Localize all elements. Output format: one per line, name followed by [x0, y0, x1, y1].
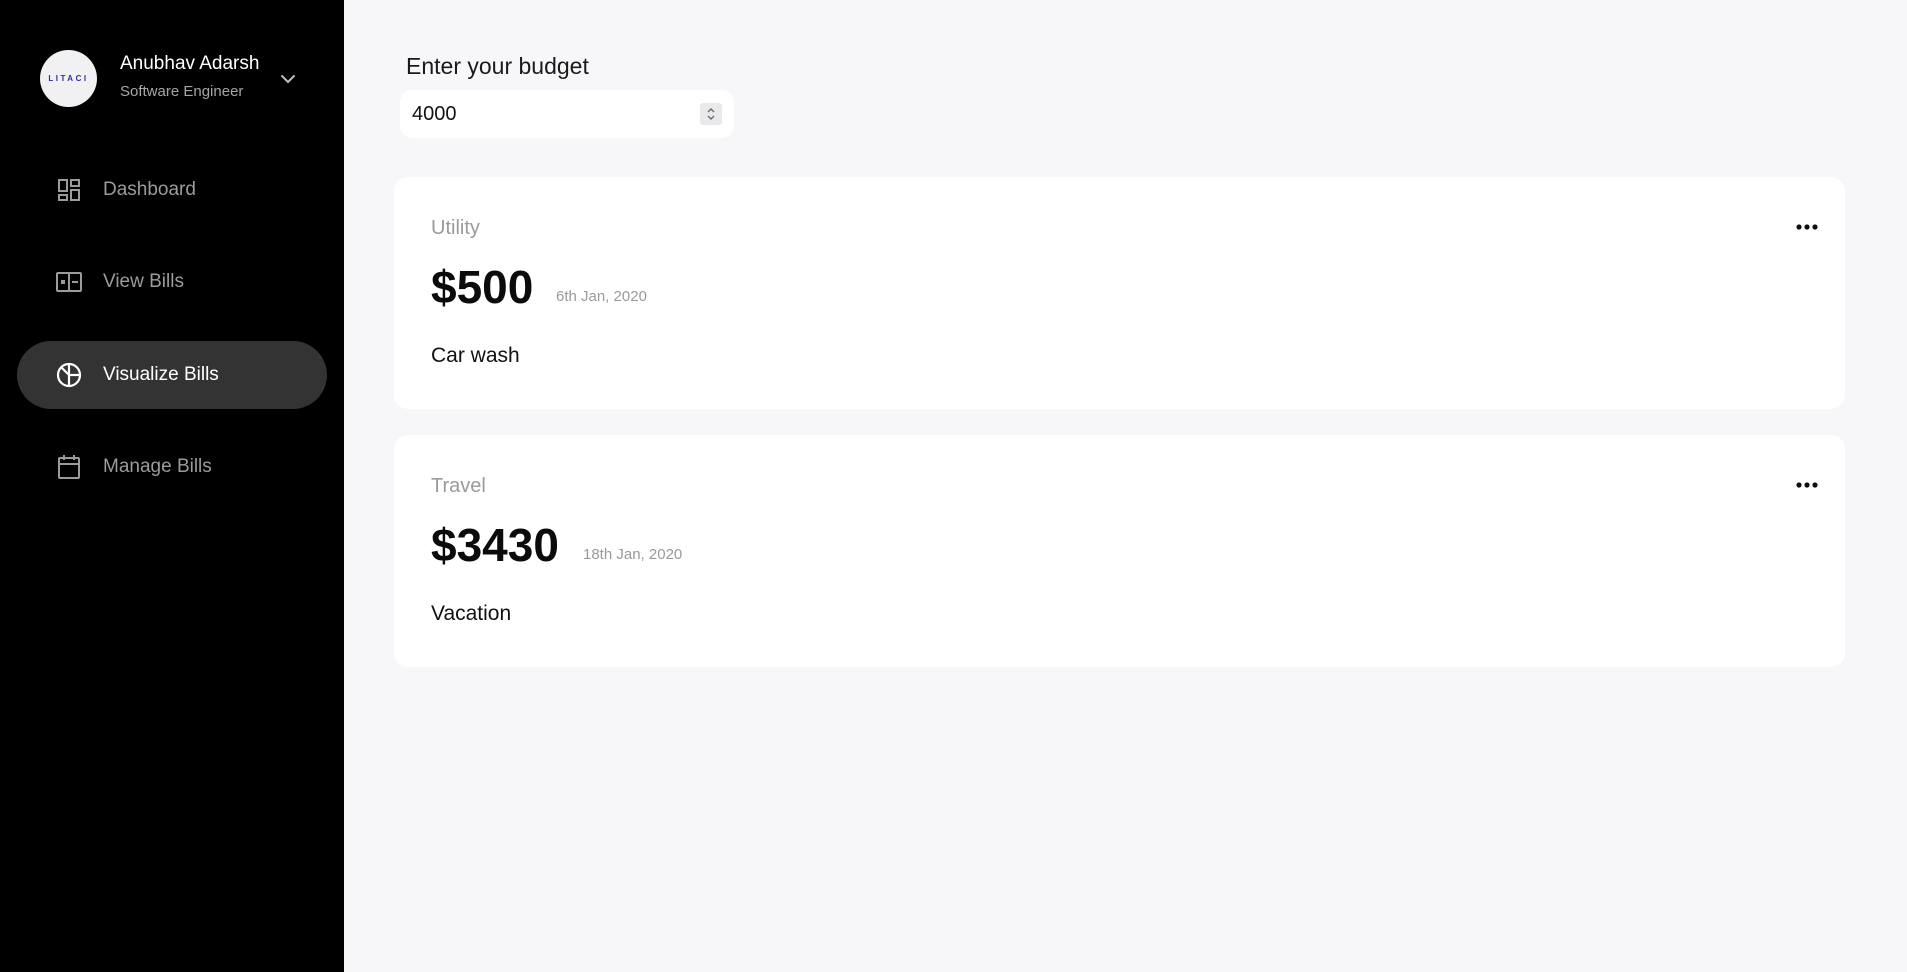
user-profile: LITACI Anubhav Adarsh Software Engineer: [40, 49, 310, 107]
bill-amount: $3430: [431, 519, 559, 571]
sidebar-item-dashboard[interactable]: Dashboard: [17, 156, 327, 224]
sidebar-item-label: View Bills: [103, 271, 184, 292]
sidebar-item-view-bills[interactable]: View Bills: [17, 248, 327, 316]
calendar-icon: [56, 454, 82, 480]
bill-date: 18th Jan, 2020: [583, 546, 683, 563]
profile-name: Anubhav Adarsh: [120, 53, 260, 74]
profile-role: Software Engineer: [120, 83, 244, 100]
bill-description: Car wash: [431, 344, 520, 367]
budget-label: Enter your budget: [406, 53, 589, 79]
avatar: LITACI: [40, 50, 97, 107]
dashboard-icon: [56, 177, 82, 203]
sidebar-item-visualize-bills[interactable]: Visualize Bills: [17, 341, 327, 409]
sidebar-item-label: Dashboard: [103, 179, 196, 200]
more-options-button[interactable]: [1791, 473, 1823, 497]
bill-category: Travel: [431, 475, 486, 497]
sidebar-item-label: Manage Bills: [103, 456, 212, 477]
sidebar-item-manage-bills[interactable]: Manage Bills: [17, 433, 327, 501]
profile-menu-toggle[interactable]: [275, 66, 301, 92]
sidebar-item-label: Visualize Bills: [103, 364, 219, 385]
spinner-arrows-icon: [707, 108, 715, 120]
bill-card: Travel $3430 18th Jan, 2020 Vacation: [394, 435, 1845, 667]
number-spinner[interactable]: [700, 103, 722, 125]
pie-chart-icon: [56, 362, 82, 388]
bill-amount: $500: [431, 261, 534, 313]
bill-category: Utility: [431, 217, 480, 239]
bills-card-icon: [56, 269, 82, 295]
more-options-button[interactable]: [1791, 215, 1823, 239]
bill-date: 6th Jan, 2020: [556, 288, 647, 305]
avatar-logo-text: LITACI: [48, 74, 89, 83]
more-horizontal-icon: [1796, 224, 1818, 230]
more-horizontal-icon: [1796, 482, 1818, 488]
bill-card: Utility $500 6th Jan, 2020 Car wash: [394, 177, 1845, 409]
budget-field: [400, 90, 734, 138]
bill-description: Vacation: [431, 602, 512, 625]
budget-input[interactable]: [412, 99, 682, 129]
chevron-down-icon: [281, 75, 295, 83]
sidebar: LITACI Anubhav Adarsh Software Engineer …: [0, 0, 344, 972]
